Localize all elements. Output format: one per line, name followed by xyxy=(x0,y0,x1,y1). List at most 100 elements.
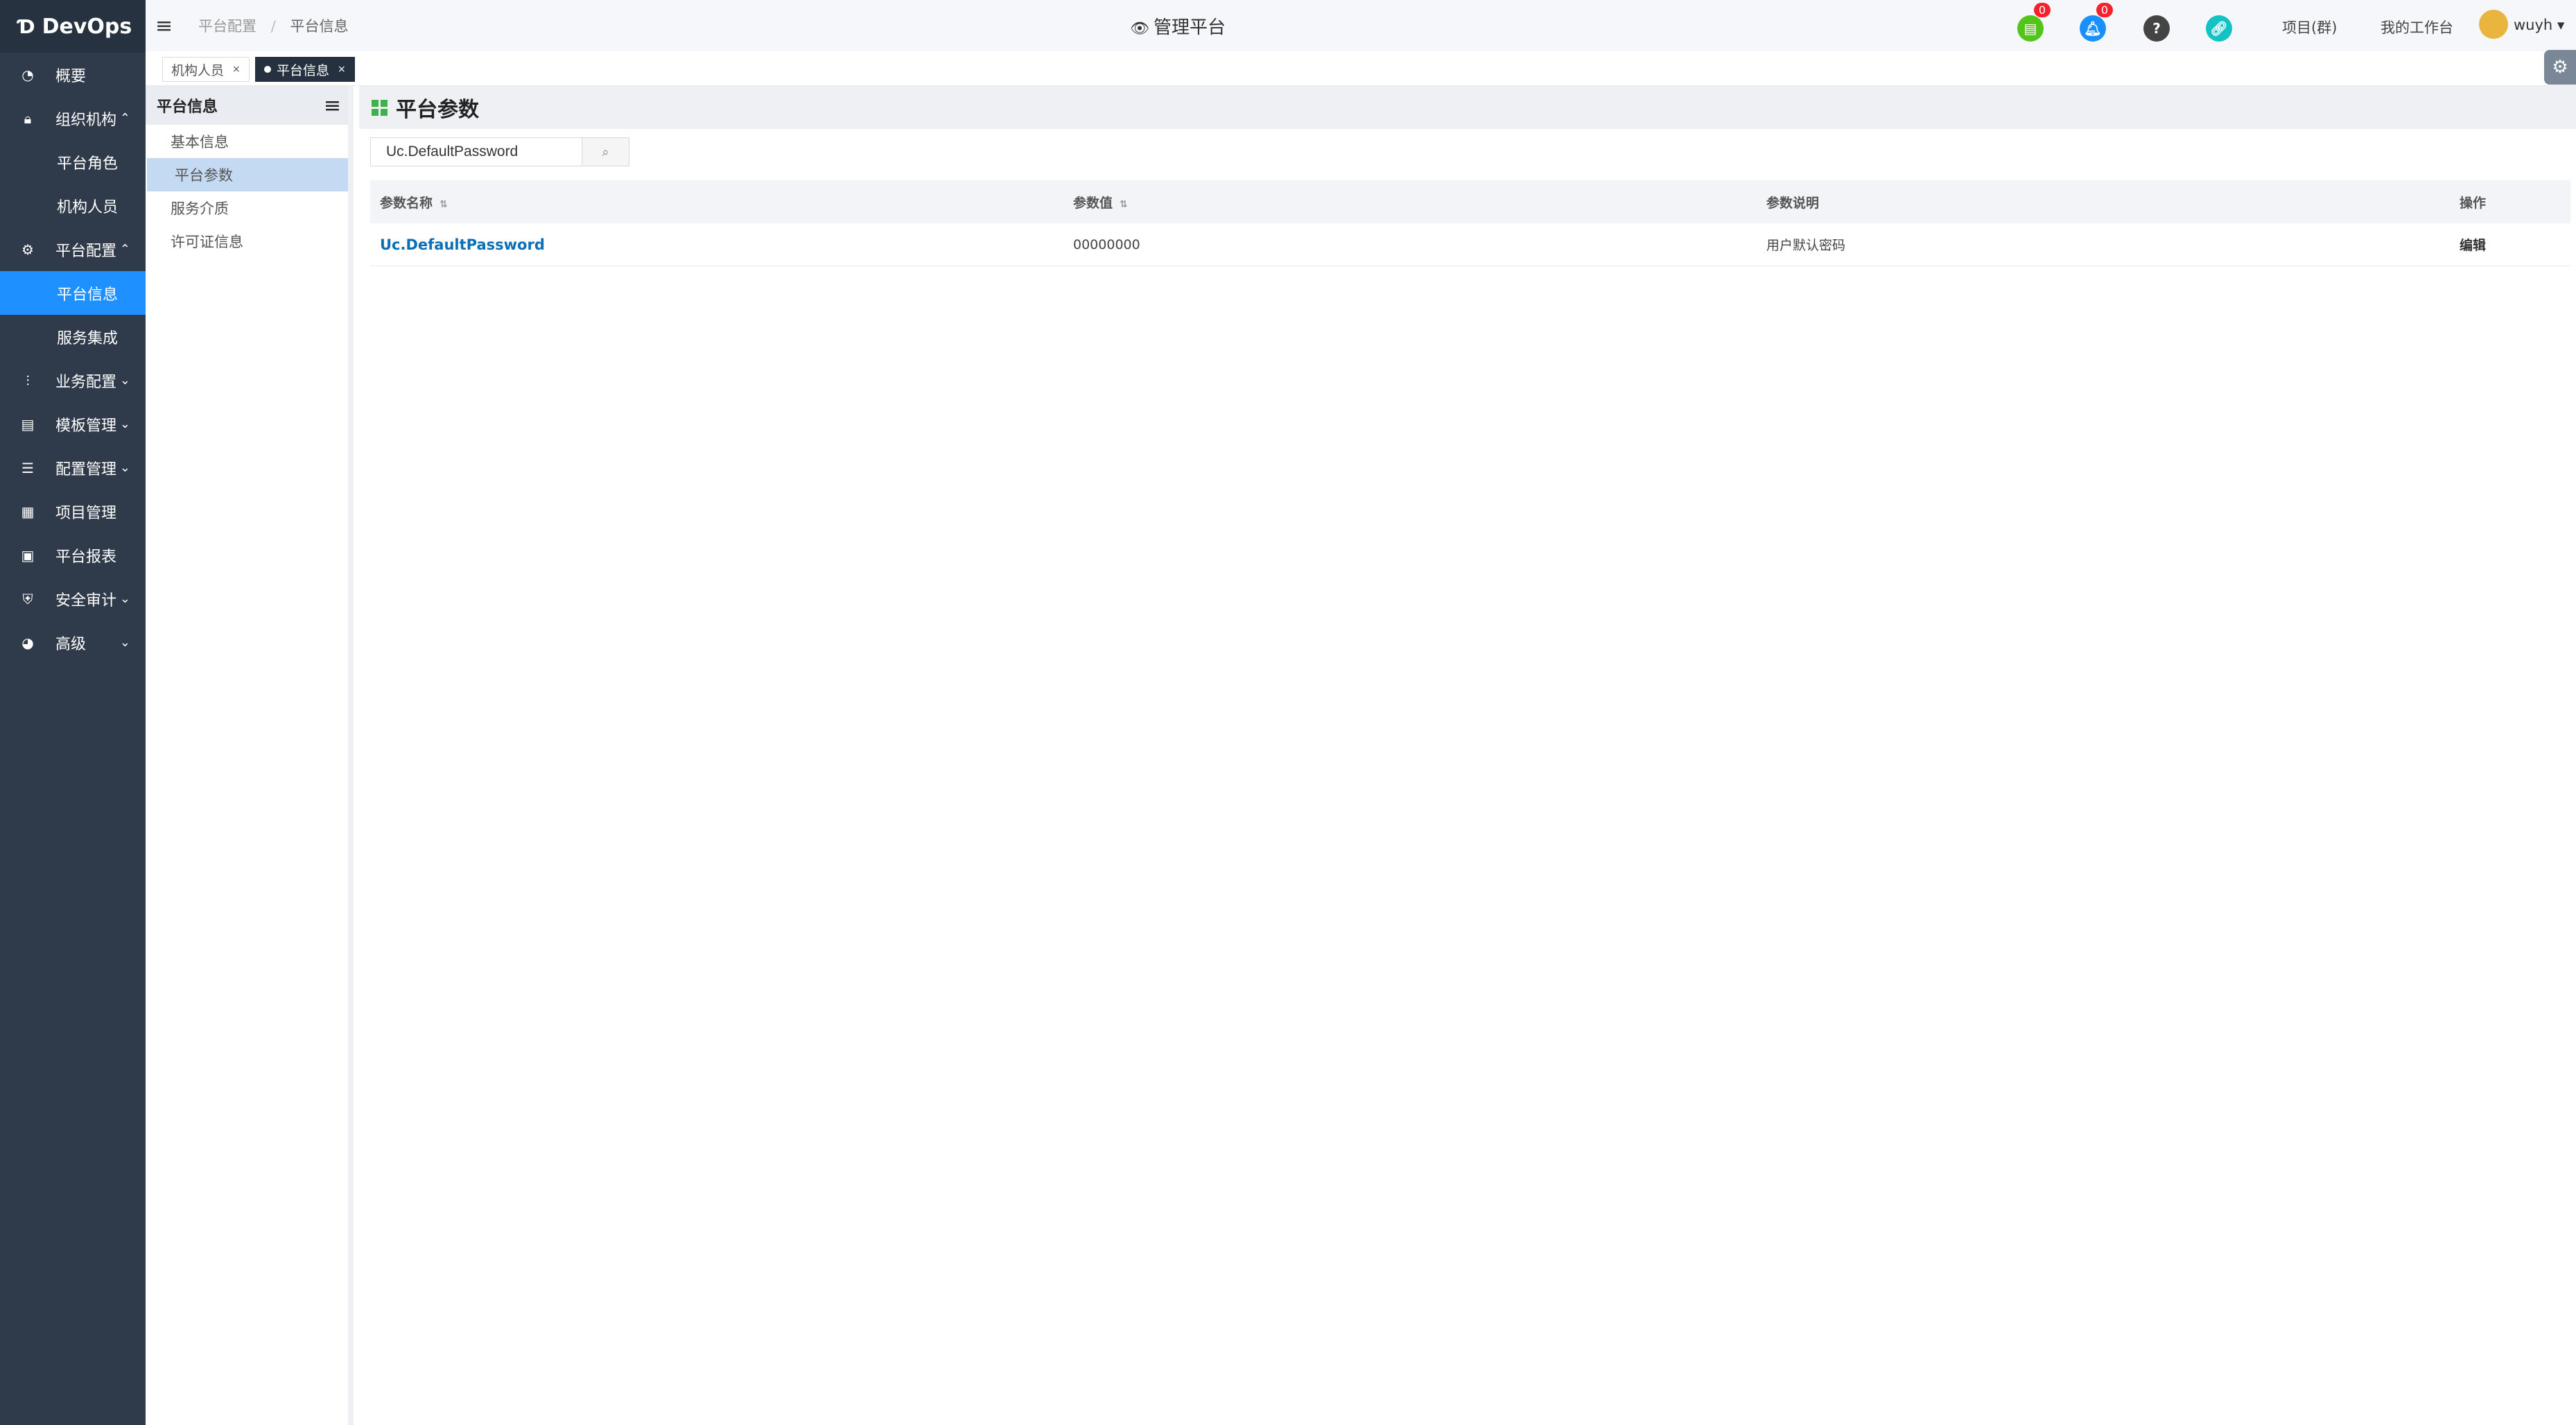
sidebar-item-organization[interactable]: 🔒︎ 组织机构 ⌃ xyxy=(0,96,146,140)
my-workspace-link[interactable]: 我的工作台 xyxy=(2381,17,2453,37)
main-content: 平台参数 ⌕ 参数名称 ⇅ 参数值 ⇅ 参数说明 操作 Uc.DefaultPass… xyxy=(359,86,2576,1425)
column-header-value[interactable]: 参数值 ⇅ xyxy=(1063,193,1757,211)
table-row: Uc.DefaultPassword 00000000 用户默认密码 编辑 xyxy=(370,223,2570,266)
avatar[interactable] xyxy=(2479,10,2508,39)
hamburger-menu-icon[interactable]: ≡ xyxy=(155,14,176,38)
app-logo[interactable]: Ɗ DevOps xyxy=(0,0,146,53)
sidebar-item-label: 机构人员 xyxy=(57,198,119,216)
app-title: DevOps xyxy=(42,14,132,39)
sidebar-item-label: 服务集成 xyxy=(57,329,119,347)
chevron-down-icon: ⌄ xyxy=(119,460,130,475)
column-header-label: 参数值 xyxy=(1073,195,1113,211)
sidebar-item-template-mgmt[interactable]: ▤ 模板管理 ⌄ xyxy=(0,402,146,446)
sidebar-item-security-audit[interactable]: ⛨ 安全审计 ⌄ xyxy=(0,577,146,621)
sidebar-item-platform-reports[interactable]: ▣ 平台报表 xyxy=(0,533,146,577)
user-menu[interactable]: wuyh ▾ xyxy=(2514,17,2564,33)
sidebar-item-label: 安全审计 xyxy=(55,591,117,610)
help-button[interactable]: ? xyxy=(2143,15,2170,42)
gear-icon: ⚙ xyxy=(21,241,34,258)
submenu-item-label: 许可证信息 xyxy=(171,234,243,250)
sidebar-item-service-integration[interactable]: 服务集成 xyxy=(0,315,146,359)
top-header: ≡ 平台配置 / 平台信息 👁︎ 管理平台 ▤ 0 🔔︎ 0 ? 🔗︎ 项目(群)… xyxy=(146,0,2576,51)
settings-button[interactable]: ⚙ xyxy=(2544,50,2576,85)
page-title: 👁︎ 管理平台 xyxy=(1130,13,1226,39)
sidebar-item-advanced[interactable]: ◕ 高级 ⌄ xyxy=(0,621,146,664)
sidebar-item-project-mgmt[interactable]: ▦ 项目管理 xyxy=(0,490,146,533)
search-button[interactable]: ⌕ xyxy=(582,137,629,166)
column-header-action: 操作 xyxy=(2450,193,2570,211)
sidebar-item-label: 平台信息 xyxy=(57,286,119,304)
bell-notification-button[interactable]: 🔔︎ 0 xyxy=(2080,3,2113,42)
secondary-menu-header: 平台信息 ≡ xyxy=(146,86,348,125)
sort-icon[interactable]: ⇅ xyxy=(440,199,448,210)
search-bar: ⌕ xyxy=(370,137,629,166)
submenu-item-license-info[interactable]: 许可证信息 xyxy=(146,225,348,258)
breadcrumb-item[interactable]: 平台配置 xyxy=(198,18,256,35)
caret-down-icon: ▾ xyxy=(2557,17,2565,33)
apps-grid-icon: ▦ xyxy=(21,503,35,520)
sidebar-item-business-config[interactable]: ⫶ 业务配置 ⌄ xyxy=(0,359,146,402)
sidebar-item-platform-roles[interactable]: 平台角色 xyxy=(0,140,146,184)
column-header-name[interactable]: 参数名称 ⇅ xyxy=(370,193,1063,211)
sidebar-item-label: 模板管理 xyxy=(55,417,117,435)
tab-platform-info[interactable]: 平台信息 × xyxy=(255,57,355,82)
sidebar-item-label: 项目管理 xyxy=(55,504,117,522)
page-tabs: 机构人员 × 平台信息 × xyxy=(146,51,2576,86)
sidebar-item-label: 平台配置 xyxy=(55,242,117,260)
column-header-label: 参数说明 xyxy=(1766,195,1820,211)
secondary-menu: 平台信息 ≡ 基本信息 平台参数 服务介质 许可证信息 xyxy=(146,86,354,1425)
sidebar-item-label: 概要 xyxy=(55,67,87,85)
sidebar-item-platform-info[interactable]: 平台信息 xyxy=(0,271,146,315)
link-button[interactable]: 🔗︎ xyxy=(2206,15,2232,42)
sidebar-item-label: 平台角色 xyxy=(57,155,119,173)
submenu-item-platform-params[interactable]: 平台参数 xyxy=(147,158,348,191)
eye-icon: 👁︎ xyxy=(1130,19,1149,37)
username: wuyh xyxy=(2514,17,2553,33)
template-icon: ▤ xyxy=(21,415,35,433)
project-group-link[interactable]: 项目(群) xyxy=(2282,17,2337,37)
submenu-item-basic-info[interactable]: 基本信息 xyxy=(146,125,348,158)
sidebar-item-overview[interactable]: ◔ 概要 xyxy=(0,53,146,96)
sidebar: Ɗ DevOps ◔ 概要 🔒︎ 组织机构 ⌃ 平台角色 机构人员 ⚙ 平台配置… xyxy=(0,0,146,1425)
document-icon: ▤ xyxy=(2024,20,2037,37)
sidebar-item-platform-config[interactable]: ⚙ 平台配置 ⌃ xyxy=(0,227,146,271)
lock-icon: 🔒︎ xyxy=(24,110,32,127)
tab-org-members[interactable]: 机构人员 × xyxy=(162,57,250,82)
palette-icon: ◕ xyxy=(21,634,34,651)
sidebar-item-label: 高级 xyxy=(55,635,87,653)
doc-notification-button[interactable]: ▤ 0 xyxy=(2017,3,2051,42)
chevron-down-icon: ⌄ xyxy=(119,373,130,388)
bell-icon: 🔔︎ xyxy=(2084,20,2102,37)
sliders-icon: ⫶ xyxy=(26,372,30,389)
submenu-item-service-media[interactable]: 服务介质 xyxy=(146,191,348,225)
sidebar-item-label: 平台报表 xyxy=(55,548,117,566)
shield-icon: ⛨ xyxy=(22,590,33,607)
column-header-label: 参数名称 xyxy=(380,195,433,211)
submenu-item-label: 服务介质 xyxy=(171,200,229,217)
gear-icon: ⚙ xyxy=(2552,57,2568,78)
secondary-menu-title: 平台信息 xyxy=(157,98,218,116)
bell-badge: 0 xyxy=(2096,3,2113,17)
page-title-text: 管理平台 xyxy=(1153,17,1226,38)
column-header-desc: 参数说明 xyxy=(1757,193,2450,211)
sidebar-item-config-mgmt[interactable]: ☰ 配置管理 ⌄ xyxy=(0,446,146,490)
menu-toggle-icon[interactable]: ≡ xyxy=(324,94,341,118)
breadcrumb: 平台配置 / 平台信息 xyxy=(198,15,348,36)
sidebar-item-label: 业务配置 xyxy=(55,373,117,391)
param-name-link[interactable]: Uc.DefaultPassword xyxy=(380,236,545,253)
breadcrumb-current: 平台信息 xyxy=(290,18,349,35)
sidebar-item-org-members[interactable]: 机构人员 xyxy=(0,184,146,227)
submenu-item-label: 平台参数 xyxy=(175,167,233,184)
question-icon: ? xyxy=(2152,20,2161,37)
edit-button[interactable]: 编辑 xyxy=(2460,238,2486,253)
search-input[interactable] xyxy=(370,137,582,166)
params-table: 参数名称 ⇅ 参数值 ⇅ 参数说明 操作 Uc.DefaultPassword 00… xyxy=(370,180,2570,266)
sort-icon[interactable]: ⇅ xyxy=(1120,199,1128,210)
column-header-label: 操作 xyxy=(2460,195,2487,211)
search-icon: ⌕ xyxy=(602,144,609,159)
close-icon[interactable]: × xyxy=(338,64,346,75)
submenu-item-label: 基本信息 xyxy=(171,134,229,150)
close-icon[interactable]: × xyxy=(232,64,241,75)
active-dot-icon xyxy=(264,66,271,73)
chevron-down-icon: ⌄ xyxy=(119,591,130,606)
